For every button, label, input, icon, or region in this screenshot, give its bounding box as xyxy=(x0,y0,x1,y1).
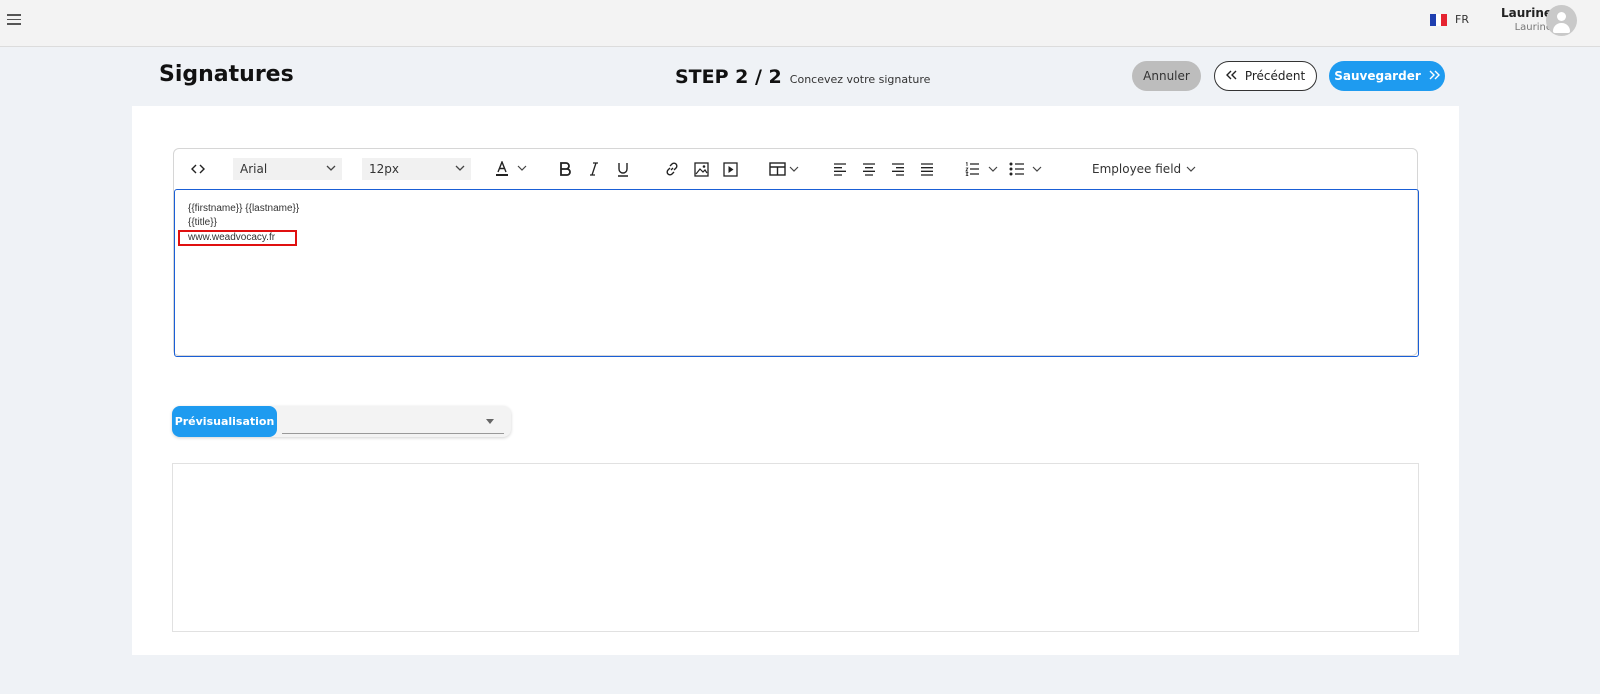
user-subtitle: Laurine xyxy=(1514,22,1552,33)
text-color-icon xyxy=(496,161,527,176)
font-family-select[interactable]: Arial xyxy=(233,158,342,180)
step-label: STEP 2 / 2 xyxy=(675,66,782,88)
code-view-icon[interactable] xyxy=(188,149,208,189)
chevron-down-icon xyxy=(326,165,336,171)
cancel-label: Annuler xyxy=(1143,69,1190,83)
france-flag-icon xyxy=(1430,13,1448,26)
font-family-value: Arial xyxy=(240,162,268,176)
language-selector[interactable]: FR xyxy=(1430,13,1469,26)
chevron-down-icon xyxy=(1186,166,1196,172)
chevron-down-icon xyxy=(455,165,465,171)
bullet-list-button[interactable] xyxy=(1008,149,1046,189)
table-button[interactable] xyxy=(768,149,804,189)
previous-button[interactable]: Précédent xyxy=(1214,61,1317,91)
align-justify-icon[interactable] xyxy=(917,149,937,189)
signature-editor: Arial 12px Employee field {{firstname}} … xyxy=(173,148,1419,357)
editor-content-area[interactable]: {{firstname}} {{lastname}} {{title}} www… xyxy=(174,189,1419,357)
font-size-select[interactable]: 12px xyxy=(362,158,471,180)
double-chevron-right-icon xyxy=(1429,69,1440,83)
align-right-icon[interactable] xyxy=(888,149,908,189)
language-label: FR xyxy=(1455,13,1469,26)
menu-icon[interactable] xyxy=(7,14,21,25)
user-name: Laurine xyxy=(1501,6,1552,20)
signature-line-website: www.weadvocacy.fr xyxy=(178,230,298,246)
video-icon[interactable] xyxy=(720,149,740,189)
caret-down-icon xyxy=(486,419,494,424)
link-icon[interactable] xyxy=(662,149,682,189)
image-icon[interactable] xyxy=(691,149,711,189)
employee-field-label: Employee field xyxy=(1092,162,1182,176)
double-chevron-left-icon xyxy=(1225,69,1237,83)
preview-employee-select[interactable] xyxy=(282,408,504,434)
text-color-button[interactable] xyxy=(493,149,533,189)
signature-line-name: {{firstname}} {{lastname}} xyxy=(188,203,300,214)
editor-toolbar: Arial 12px Employee field xyxy=(174,149,1417,189)
ordered-list-icon xyxy=(965,162,998,176)
cancel-button[interactable]: Annuler xyxy=(1132,61,1201,91)
preview-label: Prévisualisation xyxy=(174,415,275,428)
user-info[interactable]: Laurine Laurine xyxy=(1486,6,1552,35)
bold-icon[interactable] xyxy=(555,149,575,189)
preview-button[interactable]: Prévisualisation xyxy=(172,406,277,437)
signature-line-title: {{title}} xyxy=(188,217,217,228)
employee-field-dropdown[interactable]: Employee field xyxy=(1092,162,1196,176)
step-caption: Concevez votre signature xyxy=(789,73,931,86)
font-size-value: 12px xyxy=(369,162,399,176)
preview-controls: Prévisualisation xyxy=(172,406,511,437)
save-label: Sauvegarder xyxy=(1334,69,1421,83)
previous-label: Précédent xyxy=(1244,69,1306,83)
align-left-icon[interactable] xyxy=(830,149,850,189)
underline-icon[interactable] xyxy=(613,149,633,189)
step-indicator: STEP 2 / 2 Concevez votre signature xyxy=(675,66,930,88)
signature-preview-area xyxy=(172,463,1419,632)
ordered-list-button[interactable] xyxy=(964,149,1002,189)
page-title: Signatures xyxy=(159,62,294,87)
top-bar: FR Laurine Laurine xyxy=(0,0,1600,47)
table-icon xyxy=(769,162,799,176)
save-button[interactable]: Sauvegarder xyxy=(1329,61,1445,91)
italic-icon[interactable] xyxy=(585,149,603,189)
signature-card: Arial 12px Employee field {{firstname}} … xyxy=(132,106,1459,655)
bullet-list-icon xyxy=(1009,162,1042,176)
avatar-icon[interactable] xyxy=(1546,5,1577,36)
align-center-icon[interactable] xyxy=(859,149,879,189)
